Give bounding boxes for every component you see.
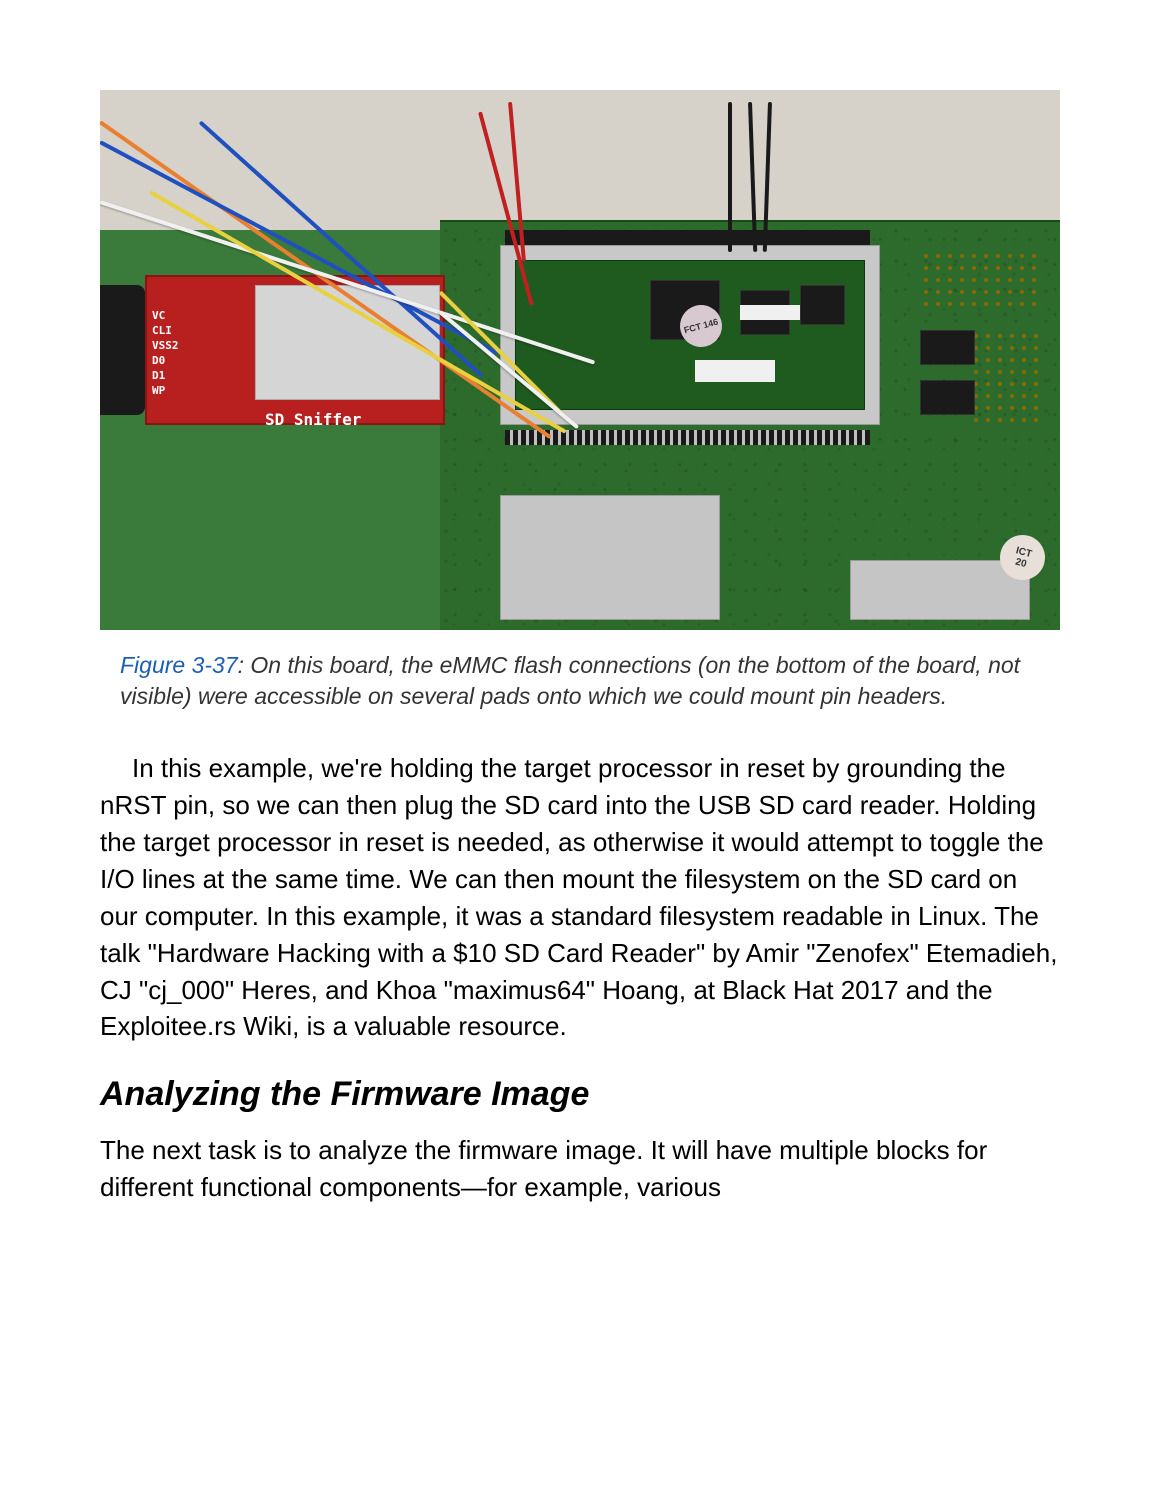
- connector-edge: [100, 285, 145, 415]
- pin-header-top: [505, 230, 870, 245]
- pin-header-bottom: [505, 430, 870, 445]
- body-paragraph-2: The next task is to analyze the firmware…: [100, 1132, 1059, 1206]
- pin-labels: VC CLI VSS2 D0 D1 WP: [152, 308, 179, 398]
- figure-reference: Figure 3-37: [120, 652, 238, 678]
- chip-side-1: [920, 330, 975, 365]
- body-paragraph-1: In this example, we're holding the targe…: [100, 750, 1059, 1045]
- label-sticker-2: [695, 360, 775, 382]
- figure-caption: Figure 3-37: On this board, the eMMC fla…: [120, 650, 1039, 712]
- chip-side-2: [920, 380, 975, 415]
- wire-black-1: [728, 102, 732, 252]
- figure-image: FCT 146 ICT 20 SD Sniffer VC CLI VSS2 D0…: [100, 90, 1060, 630]
- pcb-vias-pattern-2: [970, 330, 1040, 430]
- rf-shield-bottom: [500, 495, 720, 620]
- figure-caption-text: : On this board, the eMMC flash connecti…: [120, 652, 1020, 709]
- label-sticker-1: [740, 305, 800, 320]
- chip-3: [800, 285, 845, 325]
- pcb-vias-pattern: [920, 250, 1040, 310]
- section-heading: Analyzing the Firmware Image: [100, 1075, 1059, 1114]
- sd-sniffer-label: SD Sniffer: [265, 410, 361, 429]
- ict-text-2: 20: [1014, 556, 1028, 570]
